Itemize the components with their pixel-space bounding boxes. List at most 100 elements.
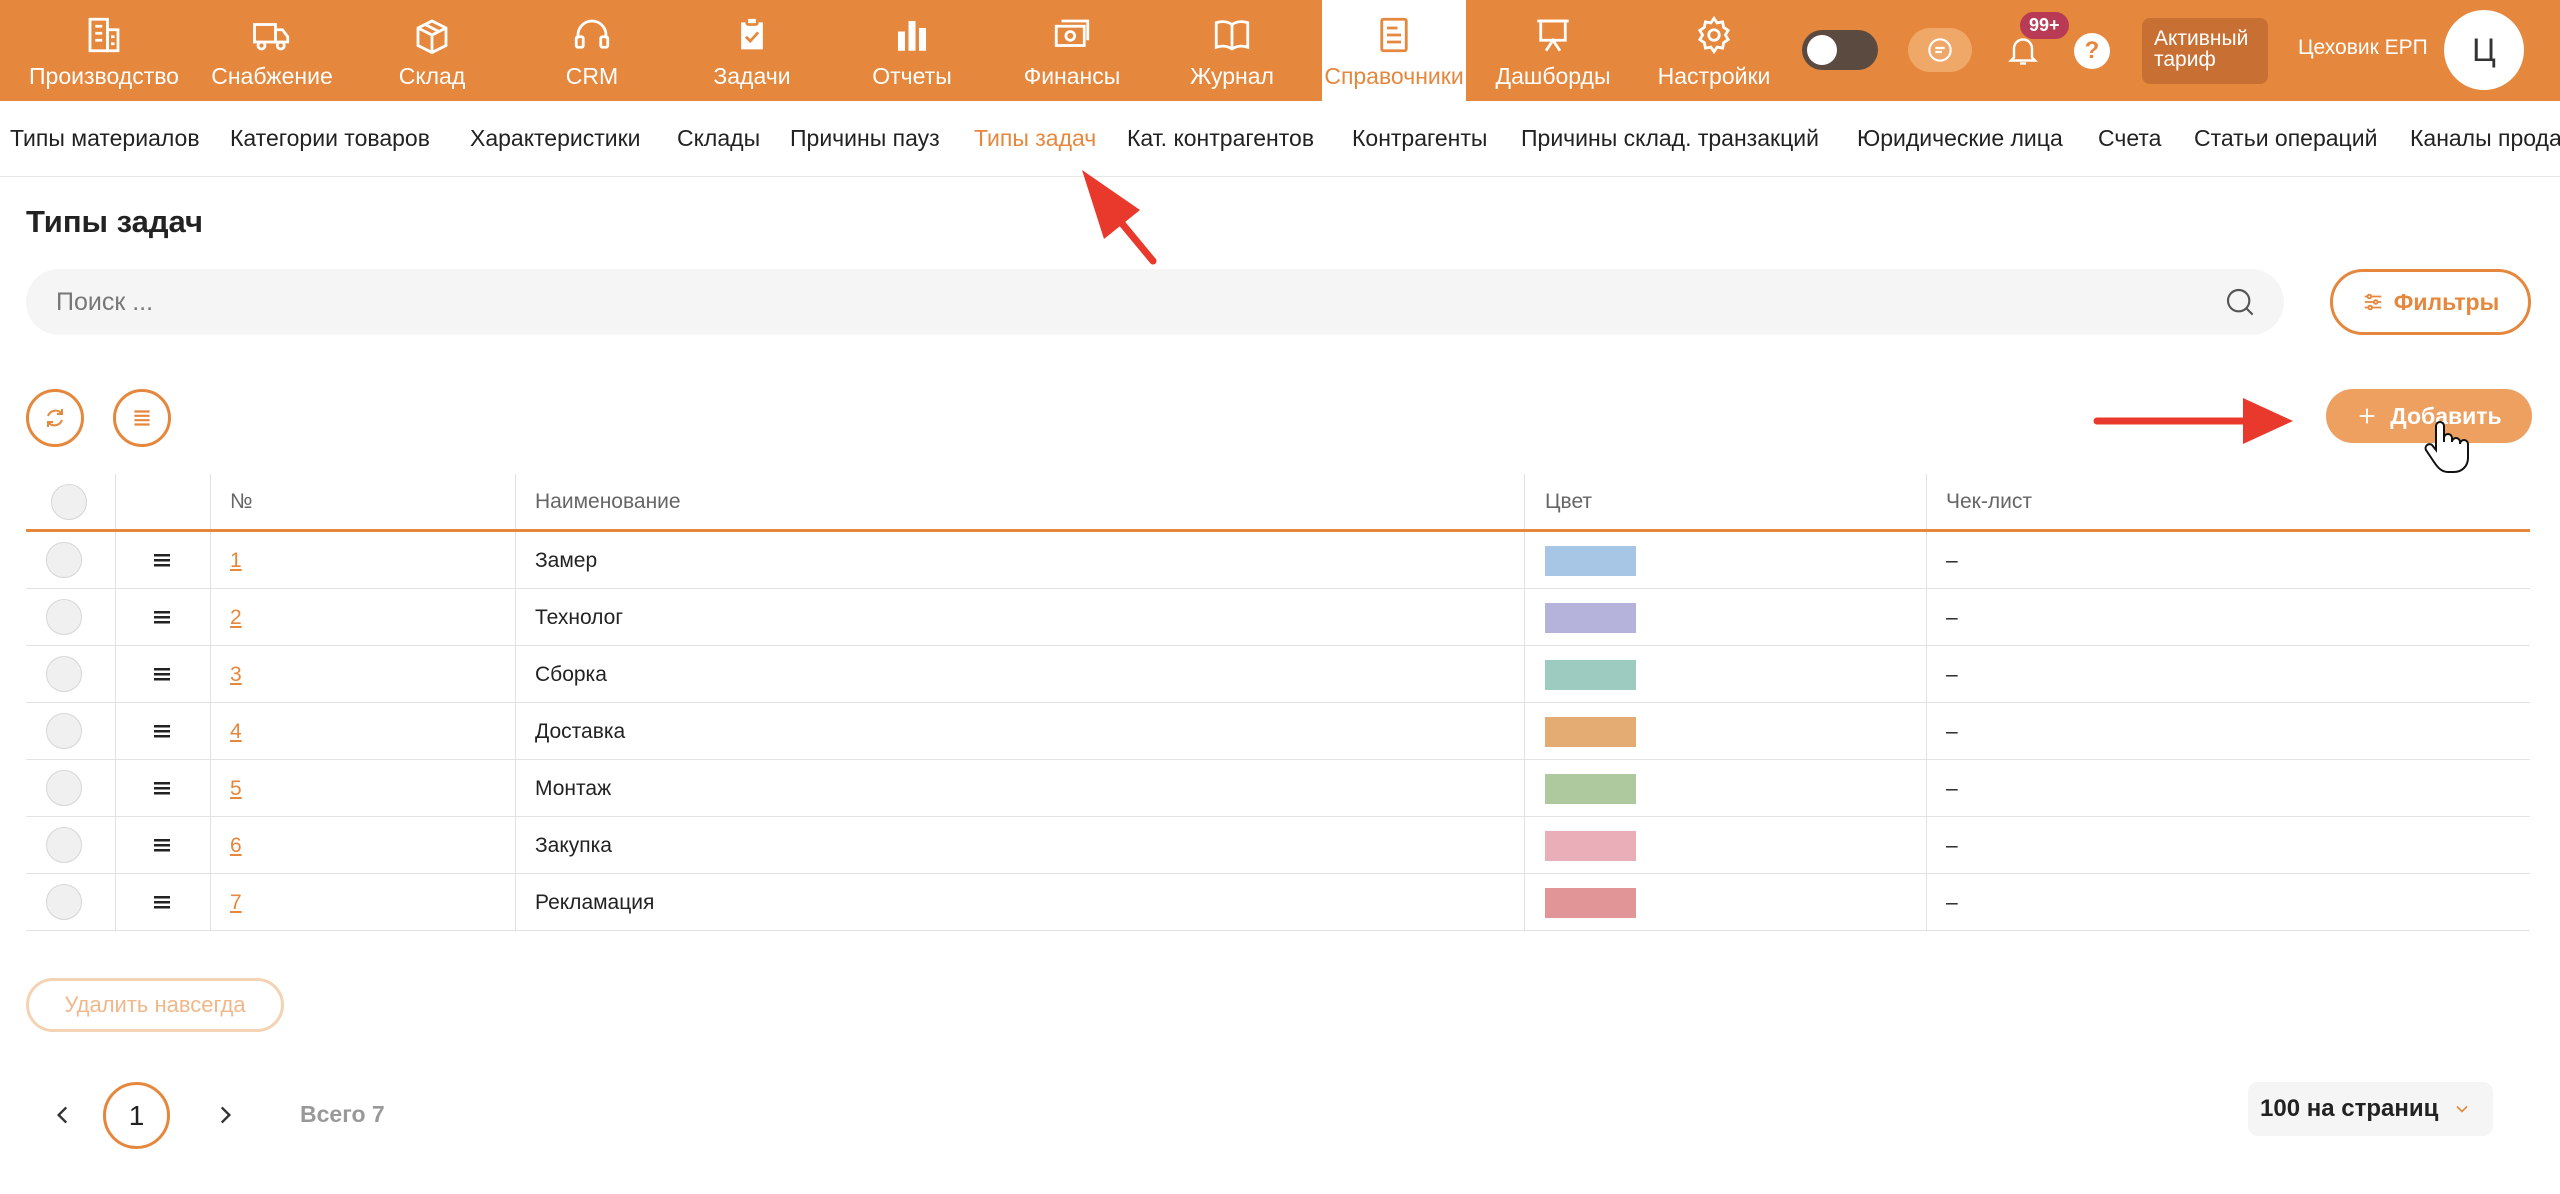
- chevron-left-icon[interactable]: [50, 1100, 76, 1130]
- subnav-item-warehouses[interactable]: Склады: [677, 125, 760, 152]
- nav-item-tasks[interactable]: Задачи: [706, 0, 798, 101]
- table-row[interactable]: 7 Рекламация –: [26, 874, 2530, 931]
- row-number-link[interactable]: 2: [230, 606, 242, 630]
- row-number-link[interactable]: 3: [230, 663, 242, 687]
- nav-label: Дашборды: [1495, 63, 1611, 89]
- table-row[interactable]: 2 Технолог –: [26, 589, 2530, 646]
- row-checkbox[interactable]: [46, 884, 82, 920]
- row-number-link[interactable]: 6: [230, 834, 242, 858]
- table-row[interactable]: 3 Сборка –: [26, 646, 2530, 703]
- refresh-button[interactable]: [26, 389, 84, 447]
- row-checkbox[interactable]: [46, 542, 82, 578]
- subnav-item-characteristics[interactable]: Характеристики: [470, 125, 641, 152]
- drag-handle-icon[interactable]: [152, 721, 172, 741]
- subnav-item-material-types[interactable]: Типы материалов: [10, 125, 200, 152]
- drag-handle-icon[interactable]: [152, 607, 172, 627]
- row-checkbox[interactable]: [46, 770, 82, 806]
- annotation-arrow-up: [1082, 170, 1157, 265]
- table-row[interactable]: 1 Замер –: [26, 532, 2530, 589]
- chat-button[interactable]: [1908, 28, 1972, 72]
- nav-item-references[interactable]: Справочники: [1322, 0, 1466, 101]
- row-checkbox[interactable]: [46, 599, 82, 635]
- clipboard-check-icon: [729, 12, 775, 58]
- table-row[interactable]: 4 Доставка –: [26, 703, 2530, 760]
- subnav-item-counterparty-categories[interactable]: Кат. контрагентов: [1127, 125, 1314, 152]
- annotation-arrow-right: [2093, 398, 2293, 444]
- drag-handle-icon[interactable]: [152, 664, 172, 684]
- nav-item-crm[interactable]: CRM: [550, 0, 634, 101]
- nav-label: Журнал: [1190, 63, 1274, 89]
- filters-button[interactable]: Фильтры: [2330, 269, 2531, 335]
- columns-settings-button[interactable]: [113, 389, 171, 447]
- per-page-label: 100 на страниц: [2260, 1095, 2439, 1122]
- color-swatch: [1545, 717, 1636, 747]
- avatar[interactable]: Ц: [2444, 10, 2524, 90]
- subnav-item-operation-items[interactable]: Статьи операций: [2194, 125, 2377, 152]
- subnav-item-pause-reasons[interactable]: Причины пауз: [790, 125, 940, 152]
- row-number-link[interactable]: 7: [230, 891, 242, 915]
- per-page-select[interactable]: 100 на страниц: [2248, 1082, 2493, 1136]
- add-button[interactable]: Добавить: [2326, 389, 2532, 443]
- drag-handle-icon[interactable]: [152, 835, 172, 855]
- column-header-name[interactable]: Наименование: [535, 490, 681, 514]
- column-header-number[interactable]: №: [230, 490, 253, 514]
- column-header-checklist[interactable]: Чек-лист: [1946, 490, 2032, 514]
- money-icon: [1049, 12, 1095, 58]
- subnav-item-sales-channels[interactable]: Каналы прода: [2410, 125, 2560, 152]
- column-header-color[interactable]: Цвет: [1545, 490, 1592, 514]
- row-name: Закупка: [535, 834, 612, 857]
- nav-item-warehouse[interactable]: Склад: [390, 0, 474, 101]
- list-icon: [134, 410, 150, 426]
- chevron-right-icon[interactable]: [212, 1100, 238, 1130]
- row-number-link[interactable]: 4: [230, 720, 242, 744]
- active-tariff-button[interactable]: Активный тариф: [2142, 18, 2268, 84]
- select-all-checkbox[interactable]: [51, 484, 87, 520]
- nav-label: Снабжение: [211, 63, 333, 89]
- row-checklist: –: [1946, 663, 1958, 686]
- row-number-link[interactable]: 5: [230, 777, 242, 801]
- nav-item-settings[interactable]: Настройки: [1654, 0, 1774, 101]
- subnav-item-counterparties[interactable]: Контрагенты: [1352, 125, 1487, 152]
- subnav-item-warehouse-transaction-reasons[interactable]: Причины склад. транзакций: [1521, 125, 1819, 152]
- table-row[interactable]: 6 Закупка –: [26, 817, 2530, 874]
- row-checkbox[interactable]: [46, 713, 82, 749]
- row-name: Сборка: [535, 663, 607, 686]
- row-name: Технолог: [535, 606, 624, 629]
- subnav-item-task-types[interactable]: Типы задач: [974, 125, 1096, 152]
- row-checkbox[interactable]: [46, 827, 82, 863]
- nav-label: Отчеты: [872, 63, 952, 89]
- headset-icon: [569, 12, 615, 58]
- row-name: Замер: [535, 549, 598, 572]
- row-number-link[interactable]: 1: [230, 549, 242, 573]
- nav-item-journal[interactable]: Журнал: [1186, 0, 1278, 101]
- drag-handle-icon[interactable]: [152, 892, 172, 912]
- book-icon: [1209, 12, 1255, 58]
- theme-toggle[interactable]: [1802, 30, 1878, 70]
- delete-permanently-button[interactable]: Удалить навсегда: [26, 978, 284, 1032]
- row-checkbox[interactable]: [46, 656, 82, 692]
- subnav-item-accounts[interactable]: Счета: [2098, 125, 2161, 152]
- nav-item-reports[interactable]: Отчеты: [866, 0, 958, 101]
- nav-item-finance[interactable]: Финансы: [1018, 0, 1126, 101]
- pagination-current-page[interactable]: 1: [103, 1082, 170, 1149]
- nav-item-supply[interactable]: Снабжение: [204, 0, 340, 101]
- search-input[interactable]: [54, 286, 2154, 318]
- color-swatch: [1545, 774, 1636, 804]
- table-row[interactable]: 5 Монтаж –: [26, 760, 2530, 817]
- subnav-item-product-categories[interactable]: Категории товаров: [230, 125, 430, 152]
- subnav-item-legal-entities[interactable]: Юридические лица: [1857, 125, 2063, 152]
- company-name[interactable]: Цеховик ЕРП: [2298, 36, 2428, 60]
- help-button[interactable]: ?: [2074, 33, 2110, 69]
- nav-label: Справочники: [1324, 63, 1464, 89]
- nav-item-production[interactable]: Производство: [22, 0, 186, 101]
- color-swatch: [1545, 546, 1636, 576]
- drag-handle-icon[interactable]: [152, 778, 172, 798]
- drag-handle-icon[interactable]: [152, 550, 172, 570]
- nav-item-dashboards[interactable]: Дашборды: [1495, 0, 1611, 101]
- sliders-icon: [2364, 293, 2382, 311]
- row-checklist: –: [1946, 834, 1958, 857]
- chat-bubble-icon: [1928, 38, 1952, 62]
- notifications-badge: 99+: [2020, 12, 2069, 39]
- search-icon[interactable]: [2224, 286, 2256, 318]
- total-count: Всего 7: [300, 1101, 385, 1127]
